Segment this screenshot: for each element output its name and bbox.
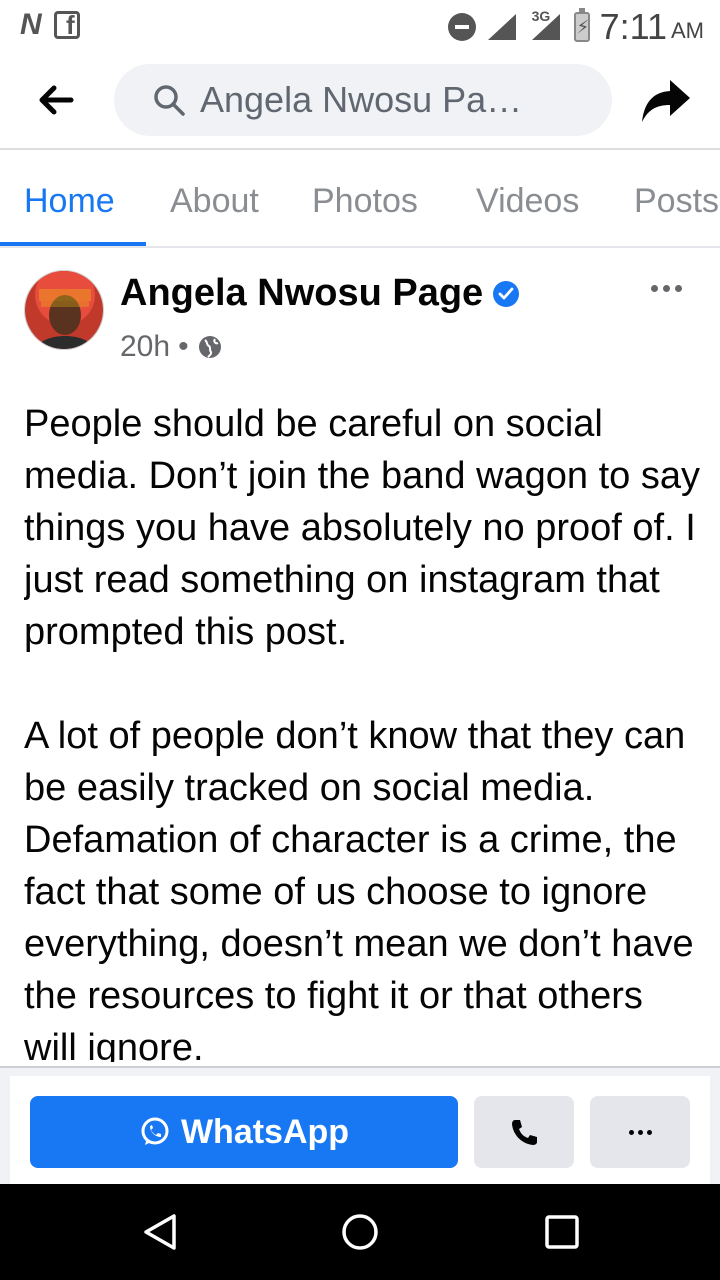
verified-badge-icon — [493, 280, 520, 307]
post-paragraph: A lot of people don’t know that they can… — [24, 715, 694, 1062]
top-navigation: Angela Nwosu Pa… — [0, 52, 720, 150]
nav-back-button[interactable] — [140, 1212, 180, 1252]
share-button[interactable] — [638, 76, 694, 126]
tab-photos[interactable]: Photos — [312, 182, 418, 221]
dot — [628, 1129, 634, 1135]
back-button[interactable] — [30, 74, 82, 126]
network-type-label: 3G — [531, 8, 551, 24]
battery-charging-icon: ⚡ — [573, 8, 590, 42]
post-meta: 20h • — [120, 330, 223, 364]
meta-separator: • — [178, 330, 189, 363]
dot — [637, 1129, 643, 1135]
notification-icons: N — [20, 8, 80, 42]
page-name-row: Angela Nwosu Page — [120, 272, 520, 315]
triangle-back-icon — [144, 1214, 176, 1250]
dot — [662, 284, 670, 292]
page-tabs: Home About Photos Videos Posts — [0, 152, 720, 248]
post-paragraph: People should be careful on social media… — [24, 403, 700, 653]
search-bar[interactable]: Angela Nwosu Pa… — [114, 64, 612, 136]
signal-icon — [486, 12, 520, 42]
whatsapp-label: WhatsApp — [180, 1112, 350, 1151]
dot — [674, 284, 682, 292]
back-arrow-icon — [39, 85, 74, 115]
more-actions-button[interactable] — [590, 1096, 690, 1168]
search-icon — [154, 85, 185, 116]
signal-3g-icon: 3G — [530, 8, 564, 42]
page-name[interactable]: Angela Nwosu Page — [120, 272, 483, 315]
whatsapp-icon — [141, 1117, 169, 1145]
dot — [646, 1129, 652, 1135]
phone-icon — [512, 1120, 537, 1145]
call-button[interactable] — [474, 1096, 574, 1168]
status-bar: N 3G ⚡ 7:11 AM — [0, 0, 720, 52]
post-options-button[interactable] — [646, 278, 686, 298]
globe-icon — [198, 336, 221, 358]
netflix-icon: N — [20, 8, 42, 41]
tab-home[interactable]: Home — [24, 182, 115, 221]
nav-recents-button[interactable] — [542, 1212, 582, 1252]
avatar[interactable] — [24, 270, 104, 350]
tab-about[interactable]: About — [170, 182, 259, 221]
whatsapp-button[interactable]: WhatsApp — [30, 1096, 458, 1168]
post-body: People should be careful on social media… — [24, 398, 704, 1062]
search-query: Angela Nwosu Pa… — [200, 79, 523, 120]
android-navigation-bar — [0, 1184, 720, 1280]
tab-posts[interactable]: Posts — [634, 182, 719, 221]
circle-home-icon — [342, 1214, 378, 1250]
clock-ampm: AM — [671, 18, 704, 43]
square-recents-icon — [545, 1215, 579, 1249]
post-header: Angela Nwosu Page 20h • — [0, 250, 720, 363]
action-bar-inner: WhatsApp — [10, 1076, 710, 1186]
share-icon — [642, 80, 690, 122]
facebook-icon — [53, 10, 80, 41]
system-icons: 3G ⚡ 7:11 AM — [447, 6, 704, 48]
nav-home-button[interactable] — [340, 1212, 380, 1252]
dot — [650, 284, 658, 292]
post-timestamp[interactable]: 20h — [120, 330, 170, 364]
do-not-disturb-icon — [447, 13, 476, 41]
active-tab-indicator — [0, 242, 146, 246]
tab-videos[interactable]: Videos — [476, 182, 579, 221]
clock-time: 7:11 — [599, 6, 667, 47]
page-action-bar: WhatsApp — [0, 1066, 720, 1186]
